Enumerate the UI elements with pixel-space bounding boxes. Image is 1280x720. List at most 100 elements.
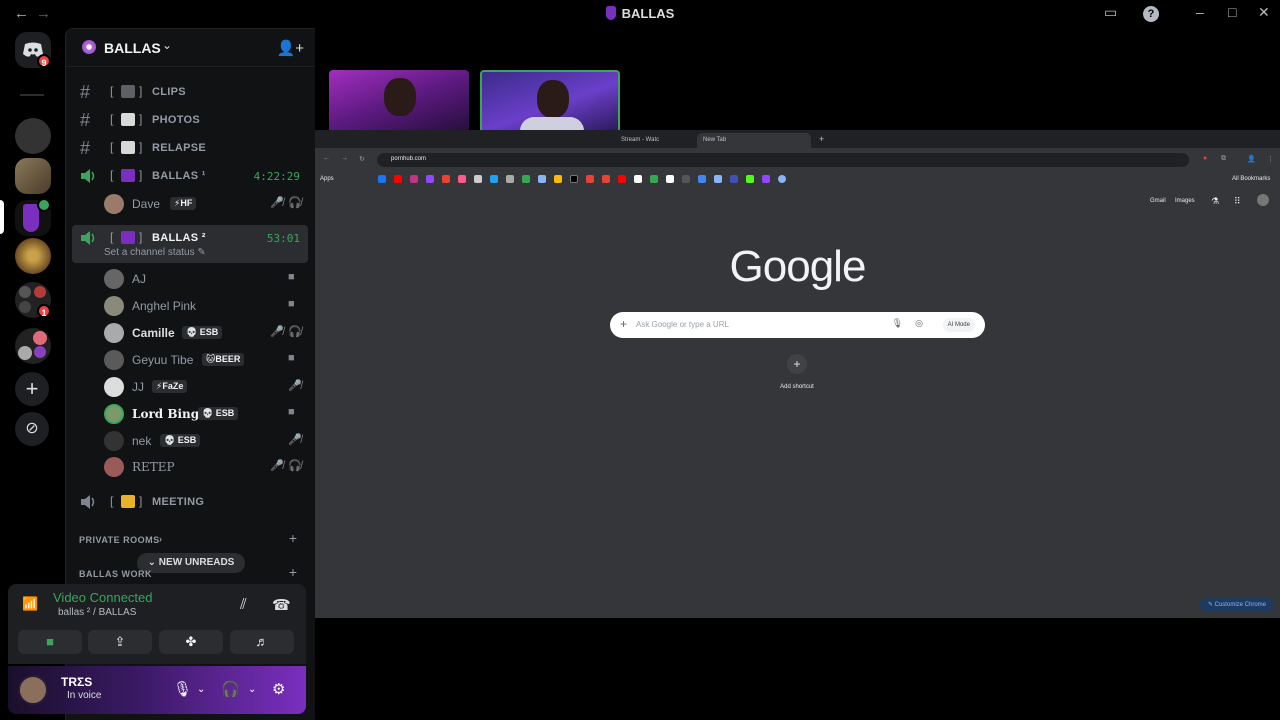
participant-video [384,78,416,116]
settings-icon[interactable]: ⚙ [272,680,285,698]
server-icon-1[interactable] [15,118,51,154]
close-icon[interactable]: ✕ [1258,4,1270,21]
soundboard-button[interactable]: ♬ [230,630,294,654]
browser-tab-strip: Stream - Watc New Tab + [315,130,1280,148]
direct-messages-button[interactable]: 9 [15,32,51,68]
profile-icon[interactable]: 👤 [1247,155,1256,163]
camera-emoji [121,85,135,98]
video-icon: ■ [288,352,295,364]
address-bar[interactable]: pornhub.com [377,153,1189,167]
new-tab-icon[interactable]: + [813,130,830,145]
inbox-icon[interactable]: ▭ [1104,4,1117,21]
add-server-icon[interactable]: + [15,372,49,406]
hangup-icon[interactable]: ☎ [272,596,291,614]
avatar [104,269,124,289]
chevron-down-icon: ⌄ [147,557,159,568]
activities-icon: ✤ [185,634,197,649]
all-bookmarks-button[interactable]: All Bookmarks [1232,176,1270,182]
voice-user[interactable]: Camille 💀 ESB 🎤̸ 🎧̸ [72,321,308,346]
hashtag-icon: # [80,138,91,158]
activities-button[interactable]: ✤ [159,630,223,654]
ai-mode-button[interactable]: AI Mode [942,318,975,332]
category-ballas-work[interactable]: BALLAS WORK [79,569,152,579]
voice-channel-meeting[interactable]: [] MEETING [72,489,308,515]
voice-user[interactable]: Geyuu Tibe 🐱BEER ■ [72,348,308,373]
channel-relapse[interactable]: # [] RELAPSE [72,135,308,161]
window-title: BALLAS [0,6,1280,21]
invite-icon[interactable]: 👤+ [277,39,304,57]
screenshare-button[interactable]: ⇪ [88,630,152,654]
notification-badge: 1 [37,304,51,318]
server-folder[interactable]: 1 [15,282,51,318]
plus-icon[interactable]: + [620,317,627,331]
add-shortcut-button[interactable]: + [787,354,807,374]
username: TRΣS [61,675,93,689]
reload-icon[interactable]: ↻ [359,155,365,163]
signal-icon[interactable]: 📶 [22,596,38,612]
gmail-link[interactable]: Gmail [1150,198,1166,204]
microphone-icon[interactable]: 🎙 [173,680,192,698]
voice-user[interactable]: Anghel Pink ■ [72,294,308,319]
voice-user[interactable]: nek 💀 ESB 🎤̸ [72,429,308,454]
server-icon-ballas[interactable] [15,198,51,236]
apps-grid-icon[interactable]: ⠿ [1234,196,1241,207]
deafen-icon: 🎧̸ [288,197,302,209]
bookmarks-bar: Apps All Bookmarks [315,172,1280,186]
channel-status[interactable]: Set a channel status ✎ [104,247,206,258]
lens-icon[interactable]: ◎ [915,318,923,329]
mute-icon: 🎤̸ [288,380,302,392]
help-icon[interactable]: ? [1143,6,1159,22]
account-avatar[interactable] [1257,194,1269,206]
discover-icon[interactable]: ⊘ [15,412,49,446]
customize-chrome-button[interactable]: ✎ Customize Chrome [1199,598,1274,612]
noise-suppression-icon[interactable]: ⫽ [240,596,247,613]
guild-flower-icon [82,40,96,54]
voice-search-icon[interactable]: 🎙 [892,318,903,329]
avatar[interactable] [18,675,48,705]
camera-button[interactable]: ■ [18,630,82,654]
voice-channel-ballas-1[interactable]: [] BALLAS ¹ 4:22:29 [72,163,308,189]
guild-header[interactable]: BALLAS ⌄ 👤+ [66,29,316,67]
voice-channel-ballas-2[interactable]: [] BALLAS ² 53:01 Set a channel status ✎ [72,225,308,263]
headphones-icon[interactable]: 🎧 [221,680,240,698]
hashtag-icon: # [80,110,91,130]
extension-icon[interactable]: ⧉ [1221,155,1226,163]
photo-emoji [121,113,135,126]
google-logo: Google [729,242,867,291]
add-channel-icon[interactable]: + [289,564,297,580]
forward-arrow-icon[interactable]: → [341,155,348,162]
voice-user[interactable]: AJ ■ [72,267,308,292]
browser-tab[interactable]: Stream - Watc [615,133,665,148]
category-private-rooms[interactable]: PRIVATE ROOMS [79,535,160,545]
user-tag: 🐱BEER [202,353,245,366]
chevron-down-icon[interactable]: ⌄ [248,684,256,695]
voice-connected-channel[interactable]: ballas ² / BALLAS [58,607,136,618]
add-channel-icon[interactable]: + [289,530,297,546]
server-folder-2[interactable] [15,328,51,364]
shared-screen-browser[interactable]: Stream - Watc New Tab + ← → ↻ pornhub.co… [315,130,1280,618]
maximize-icon[interactable]: □ [1228,4,1236,20]
back-arrow-icon[interactable]: ← [323,155,330,162]
channel-photos[interactable]: # [] PHOTOS [72,107,308,133]
voice-user[interactable]: RETEP 🎤̸ 🎧̸ [72,455,308,480]
server-icon [605,6,616,20]
images-link[interactable]: Images [1175,198,1195,204]
menu-icon[interactable]: ⋮ [1267,155,1274,163]
browser-tab-active[interactable]: New Tab [697,133,811,148]
extension-icon[interactable]: ● [1203,155,1207,162]
new-unreads-button[interactable]: ⌄ NEW UNREADS [137,553,245,573]
user-status: In voice [67,690,102,701]
minimize-icon[interactable]: – [1196,4,1204,20]
voice-user[interactable]: Dave ⚡HF 🎤̸ 🎧̸ [72,192,308,217]
server-icon-2[interactable] [15,158,51,194]
apps-button[interactable]: Apps [320,176,334,182]
user-tag: 💀 ESB [198,407,239,420]
guild-name: BALLAS [104,40,161,56]
labs-icon[interactable]: ⚗ [1211,196,1219,207]
voice-user[interactable]: Lord Bing 💀 ESB ■ [72,402,308,427]
google-search-box[interactable]: + Ask Google or type a URL 🎙 ◎ AI Mode [610,312,985,338]
channel-clips[interactable]: # [] CLIPS [72,79,308,105]
voice-user[interactable]: JJ ⚡FaZe 🎤̸ [72,375,308,400]
chevron-down-icon[interactable]: ⌄ [197,684,205,695]
server-icon-prestige[interactable] [15,238,51,274]
